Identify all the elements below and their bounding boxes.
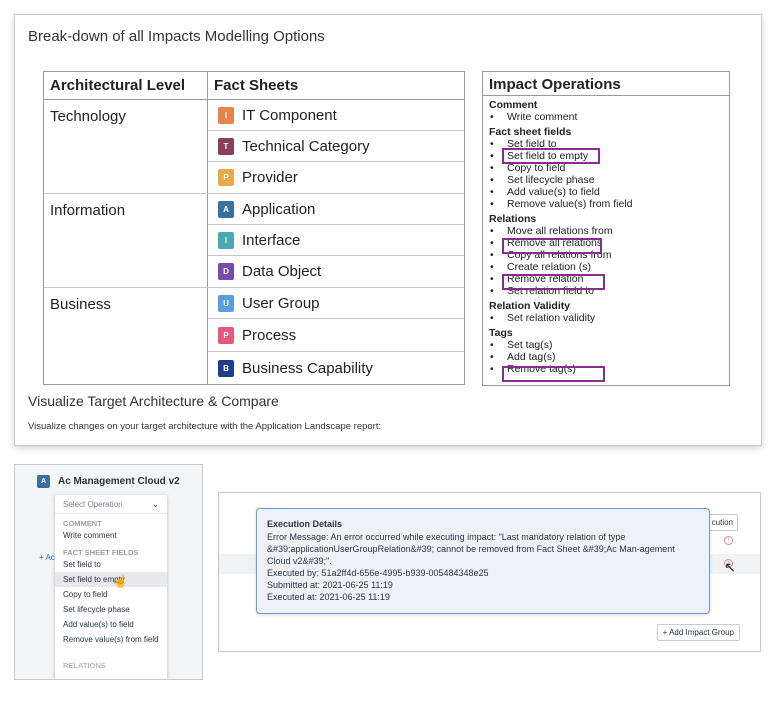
- breakdown-title: Break-down of all Impacts Modelling Opti…: [28, 28, 325, 45]
- fact-sheet-header[interactable]: A Ac Management Cloud v2: [37, 475, 180, 488]
- executed-at: Executed at: 2021-06-25 11:19: [267, 592, 390, 602]
- fact-sheet-name: Process: [242, 326, 297, 344]
- option-add-values-to-field[interactable]: Add value(s) to field: [55, 617, 167, 632]
- fact-sheet-row: T Technical Category: [208, 131, 464, 162]
- impact-operations-box: Impact Operations Comment Write comment …: [482, 71, 730, 386]
- ops-item: Set relation validity: [489, 312, 729, 324]
- application-badge-icon: A: [37, 475, 50, 488]
- impact-operations-title: Impact Operations: [483, 72, 729, 96]
- execution-button[interactable]: cution: [706, 514, 738, 531]
- fact-sheet-name: User Group: [242, 294, 320, 312]
- level-label: Business: [44, 288, 208, 384]
- hand-cursor-icon: ☝: [113, 574, 128, 588]
- ops-item: Set tag(s): [489, 339, 729, 351]
- error-message: Error Message: An error occurred while e…: [267, 532, 675, 566]
- group-business: Business U User Group P Process B Business …: [44, 288, 464, 384]
- highlight-remove-all-relations: [502, 238, 602, 254]
- option-copy-to-field[interactable]: Copy to field: [55, 587, 167, 602]
- ops-item: Remove value(s) from field: [489, 198, 729, 210]
- group-technology: Technology I IT Component T Technical Cate…: [44, 100, 464, 194]
- select-placeholder: Select Operation: [63, 500, 123, 509]
- option-set-lifecycle-phase[interactable]: Set lifecycle phase: [55, 602, 167, 617]
- fact-sheet-row: D Data Object: [208, 256, 464, 287]
- fact-sheet-row: U User Group: [208, 288, 464, 319]
- executed-by: Executed by: 51a2ff4d-656e-4995-b939-005…: [267, 568, 489, 578]
- fact-sheet-row: A Application: [208, 194, 464, 225]
- fact-sheet-row: I Interface: [208, 225, 464, 256]
- select-operation-dropdown[interactable]: Select Operation ⌄ COMMENT Write comment…: [55, 495, 167, 679]
- execution-details-tooltip: Execution Details Error Message: An erro…: [256, 508, 710, 614]
- arrow-cursor-icon: ↖: [724, 559, 736, 575]
- ops-category: Relation Validity: [489, 300, 571, 312]
- visualize-title: Visualize Target Architecture & Compare: [28, 393, 279, 409]
- fact-sheet-name: IT Component: [242, 106, 337, 124]
- chevron-down-icon: ⌄: [152, 500, 159, 509]
- select-operation-input[interactable]: Select Operation ⌄: [55, 495, 167, 514]
- fact-sheet-row: I IT Component: [208, 100, 464, 131]
- level-label: Technology: [44, 100, 208, 193]
- data-object-badge-icon: D: [218, 263, 234, 280]
- fact-sheet-name: Application: [242, 200, 316, 218]
- fact-sheet-name: Technical Category: [242, 137, 370, 155]
- ops-category: Tags: [489, 327, 513, 339]
- operation-dropdown-screenshot: A Ac Management Cloud v2 + Ac Select Ope…: [14, 464, 203, 680]
- add-impact-group-button[interactable]: + Add Impact Group: [656, 624, 740, 641]
- highlight-remove-tags: [502, 366, 605, 382]
- impacts-overview-panel: Break-down of all Impacts Modelling Opti…: [14, 14, 762, 446]
- ops-item: Set lifecycle phase: [489, 174, 729, 186]
- option-set-field-to[interactable]: Set field to: [55, 557, 167, 572]
- highlight-remove-relation: [502, 274, 605, 290]
- ops-item: Add value(s) to field: [489, 186, 729, 198]
- business-capability-badge-icon: B: [218, 359, 234, 377]
- fact-sheet-name: Business Capability: [242, 359, 373, 377]
- fact-sheet-row: P Provider: [208, 162, 464, 193]
- ops-category: Fact sheet fields: [489, 126, 572, 138]
- it-component-badge-icon: I: [218, 106, 234, 124]
- fact-sheet-row: B Business Capability: [208, 352, 464, 384]
- interface-badge-icon: I: [218, 231, 234, 249]
- submitted-at: Submitted at: 2021-06-25 11:19: [267, 580, 393, 590]
- execution-details-screenshot: cution ! ! + Add Impact Group Execution …: [218, 492, 761, 652]
- fact-sheet-name: Provider: [242, 169, 298, 186]
- level-label: Information: [44, 194, 208, 287]
- application-badge-icon: A: [218, 200, 234, 218]
- header-fact-sheets: Fact Sheets: [214, 77, 299, 94]
- tooltip-title: Execution Details: [267, 519, 343, 529]
- visualize-caption: Visualize changes on your target archite…: [28, 421, 382, 432]
- ops-category: Comment: [489, 99, 538, 111]
- group-information: Information A Application I Interface D Dat…: [44, 194, 464, 288]
- ops-category: Relations: [489, 213, 537, 225]
- group-header-comment: COMMENT: [63, 519, 102, 528]
- ops-item: Move all relations from: [489, 225, 729, 237]
- group-header-relations: RELATIONS: [63, 661, 106, 670]
- header-architectural-level: Architectural Level: [44, 72, 208, 99]
- option-write-comment[interactable]: Write comment: [55, 528, 167, 543]
- ops-item: Write comment: [489, 111, 729, 123]
- fact-sheet-name: Data Object: [242, 263, 322, 280]
- technical-category-badge-icon: T: [218, 137, 234, 155]
- highlight-set-field-empty: [502, 148, 600, 164]
- provider-badge-icon: P: [218, 169, 234, 186]
- ops-item: Create relation (s): [489, 261, 729, 273]
- fact-sheet-title: Ac Management Cloud v2: [58, 476, 180, 487]
- fact-sheet-row: P Process: [208, 319, 464, 352]
- user-group-badge-icon: U: [218, 294, 234, 312]
- error-info-icon[interactable]: !: [724, 536, 733, 545]
- group-header-fact-sheet-fields: FACT SHEET FIELDS: [63, 548, 139, 557]
- option-remove-values-from-field[interactable]: Remove value(s) from field: [55, 632, 167, 657]
- option-set-field-to-empty[interactable]: Set field to empty: [55, 572, 167, 587]
- fact-sheet-name: Interface: [242, 231, 301, 249]
- ops-item: Add tag(s): [489, 351, 729, 363]
- table-header: Architectural Level Fact Sheets: [44, 72, 464, 100]
- process-badge-icon: P: [218, 326, 234, 344]
- breakdown-table: Architectural Level Fact Sheets Technolo…: [43, 71, 465, 385]
- add-impact-link[interactable]: + Ac: [39, 553, 55, 562]
